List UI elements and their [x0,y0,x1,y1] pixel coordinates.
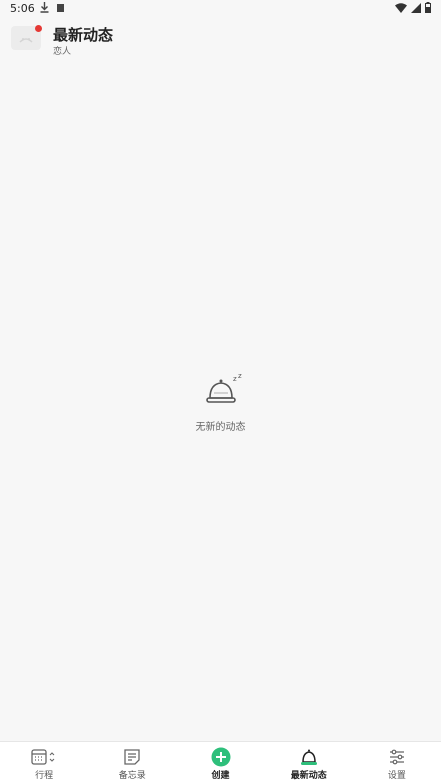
notification-app-icon [57,4,64,12]
nav-item-create[interactable]: 创建 [176,742,264,784]
header: 最新动态 恋人 [0,22,441,62]
battery-icon [425,2,431,13]
page-title: 最新动态 [53,26,114,44]
sliders-icon [389,749,404,765]
notes-icon [124,749,140,765]
nav-label-memo: 备忘录 [118,771,146,781]
notification-dot [35,25,42,32]
page-subtitle: 恋人 [53,47,72,57]
nav-item-settings[interactable]: 设置 [353,742,441,784]
nav-item-schedule[interactable]: 行程 [0,742,88,784]
nav-label-news: 最新动态 [290,771,327,781]
bell-icon [300,749,317,765]
nav-item-memo[interactable]: 备忘录 [88,742,176,784]
svg-text:z: z [233,375,237,383]
add-circle-icon [211,747,230,767]
sleeping-bell-icon: z z [196,372,246,408]
nav-label-create: 创建 [211,771,230,781]
signal-icon [411,2,421,13]
wifi-icon [395,2,407,13]
status-time: 5:06 [10,2,35,15]
nav-label-settings: 设置 [387,771,406,781]
calendar-icon [31,749,55,765]
nav-item-news[interactable]: 最新动态 [265,742,353,784]
svg-text:z: z [238,372,242,380]
status-bar: 5:06 [0,0,441,18]
empty-state-message: 无新的动态 [195,422,246,433]
download-icon [40,2,49,16]
empty-state: z z 无新的动态 [0,372,441,433]
nav-label-schedule: 行程 [35,771,54,781]
bottom-nav: 行程 备忘录 创建 最新动态 设置 [0,741,441,784]
